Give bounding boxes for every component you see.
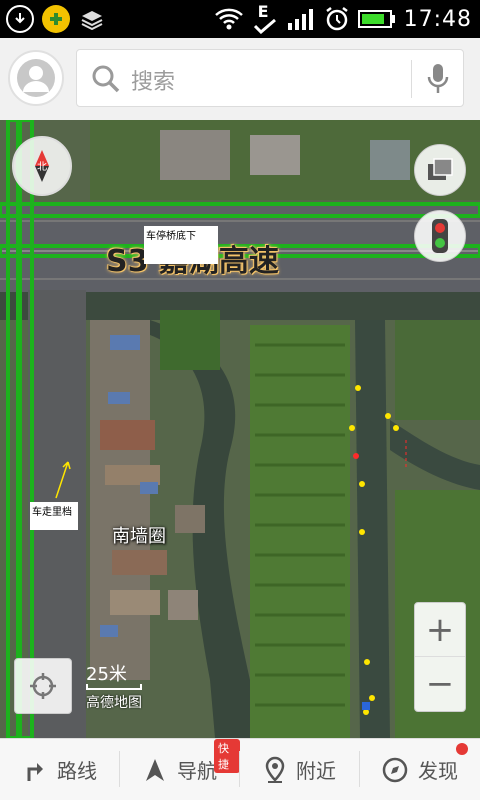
map-scale: 25米 xyxy=(86,660,142,690)
stack-app-icon xyxy=(78,5,106,33)
search-header: 搜索 xyxy=(0,38,480,120)
compass-icon: 北 xyxy=(35,150,49,182)
satellite-map xyxy=(0,120,480,738)
compass-button[interactable]: 北 xyxy=(12,136,72,196)
search-input[interactable]: 搜索 xyxy=(131,64,175,96)
search-icon xyxy=(92,65,120,93)
map-view[interactable]: S3 嘉湖高速 车停桥底下 车走里档 南墙圈 北 25米 高德地图 + − xyxy=(0,120,480,738)
signal-icon xyxy=(287,9,313,30)
avatar[interactable] xyxy=(8,50,64,106)
nav-navigate[interactable]: 导航 快捷 xyxy=(120,739,240,800)
microphone-icon[interactable] xyxy=(426,62,450,96)
clock-time: 17:48 xyxy=(403,6,472,32)
scale-label: 25米 xyxy=(86,664,127,685)
locate-button[interactable] xyxy=(14,658,72,714)
svg-text:北: 北 xyxy=(37,161,47,173)
status-bar: E 17:48 xyxy=(0,0,480,38)
annotation-note: 车走里档 xyxy=(30,502,78,530)
wifi-icon xyxy=(214,8,243,30)
nav-discover[interactable]: 发现 xyxy=(360,739,480,800)
annotation-note: 车停桥底下 xyxy=(144,226,218,264)
nav-route[interactable]: 路线 xyxy=(0,739,120,800)
nav-nearby-label: 附近 xyxy=(296,759,336,783)
layers-button[interactable] xyxy=(414,144,466,196)
discover-compass-icon xyxy=(382,757,408,782)
route-icon xyxy=(27,762,43,781)
crosshair-icon xyxy=(30,673,56,699)
map-brand: 高德地图 xyxy=(86,695,142,711)
nav-discover-label: 发现 xyxy=(418,759,458,783)
nav-navigate-label: 导航 xyxy=(177,759,217,783)
traffic-light-icon xyxy=(432,219,448,253)
traffic-button[interactable] xyxy=(414,210,466,262)
poi-label[interactable]: 南墙圈 xyxy=(112,522,166,548)
user-icon xyxy=(17,59,55,97)
battery-icon xyxy=(357,10,395,28)
shortcut-badge: 快捷 xyxy=(214,739,240,773)
zoom-in-button[interactable]: + xyxy=(415,603,465,657)
download-icon xyxy=(6,5,34,33)
zoom-control: + − xyxy=(414,602,466,712)
app-plus-icon xyxy=(42,5,70,33)
notification-dot xyxy=(456,743,468,755)
zoom-out-button[interactable]: − xyxy=(415,657,465,711)
nav-nearby[interactable]: 附近 xyxy=(240,739,360,800)
search-field[interactable]: 搜索 xyxy=(76,49,464,107)
alarm-icon xyxy=(325,7,348,31)
network-indicator: E xyxy=(252,2,278,34)
nav-route-label: 路线 xyxy=(57,759,97,783)
divider xyxy=(411,60,412,98)
layers-icon xyxy=(428,158,453,180)
navigate-arrow-icon xyxy=(146,758,164,781)
location-pin-icon xyxy=(265,756,285,783)
bottom-nav: 路线 导航 快捷 附近 发现 xyxy=(0,738,480,800)
